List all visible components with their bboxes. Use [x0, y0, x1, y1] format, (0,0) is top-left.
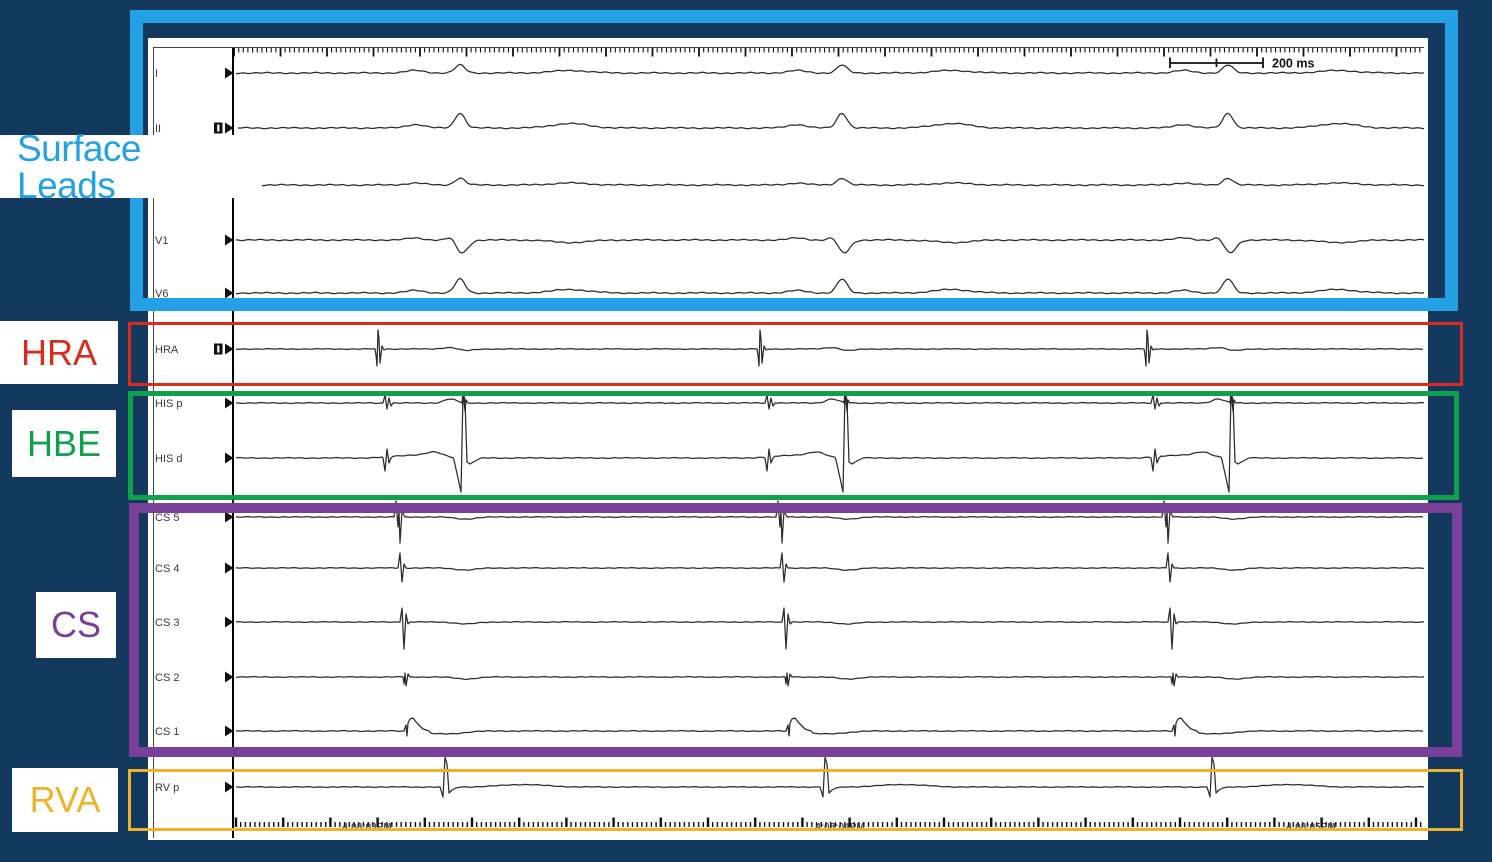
- channel-label-CS-3: CS 3: [155, 617, 179, 629]
- channel-label-HIS-d: HIS d: [155, 453, 183, 465]
- hbe-label: HBE: [27, 426, 101, 462]
- trace-II: [238, 113, 1424, 129]
- trace-I: [236, 64, 1424, 73]
- rva-label-box: RVA: [12, 768, 118, 832]
- channel-label-HIS-p: HIS p: [155, 398, 183, 410]
- channel-label-HRA: HRA: [155, 344, 179, 356]
- trace-aux: [262, 178, 1424, 186]
- channel-label-CS-2: CS 2: [155, 672, 179, 684]
- surface-leads-label: Surface Leads: [17, 130, 235, 204]
- ep-study-slide: IIIV1V6HRAHIS pHIS dCS 5CS 4CS 3CS 2CS 1…: [0, 0, 1492, 862]
- trace-HRA: [236, 330, 1423, 366]
- waveform-traces: [236, 64, 1424, 797]
- timestamp: 4:08:03PM: [342, 822, 391, 833]
- channel-label-V1: V1: [155, 235, 168, 247]
- channel-label-I: I: [155, 68, 158, 80]
- channel-label-CS-5: CS 5: [155, 512, 179, 524]
- trace-V6: [236, 278, 1424, 293]
- trace-HIS-p: [236, 392, 1424, 411]
- top-ruler-minor-ticks: [239, 48, 1420, 53]
- trace-HIS-d: [236, 392, 1423, 492]
- trace-RV-p: [236, 757, 1424, 797]
- hbe-label-box: HBE: [12, 410, 116, 477]
- trace-CS-5: [236, 501, 1423, 543]
- hra-label-box: HRA: [0, 321, 118, 384]
- hra-label: HRA: [21, 335, 97, 371]
- channel-label-CS-1: CS 1: [155, 726, 179, 738]
- rva-label: RVA: [30, 782, 101, 818]
- panel-frame: [153, 48, 1424, 839]
- channel-label-CS-4: CS 4: [155, 563, 179, 575]
- scale-bar: [1170, 58, 1263, 69]
- trace-V1: [236, 238, 1424, 254]
- surface-leads-label-strip: Surface Leads: [0, 135, 235, 198]
- channel-gain-icon-slit: [217, 346, 219, 353]
- trace-CS-2: [236, 673, 1424, 686]
- cs-label-box: CS: [36, 592, 116, 658]
- trace-CS-3: [236, 608, 1424, 649]
- trace-CS-1: [236, 718, 1423, 736]
- scale-bar-label: 200 ms: [1272, 57, 1314, 71]
- cs-label: CS: [51, 607, 101, 643]
- trace-CS-4: [236, 553, 1424, 582]
- channel-label-V6: V6: [155, 288, 168, 300]
- timestamp: 4:08:04PM: [815, 822, 864, 833]
- timestamp: 4:08:05PM: [1286, 822, 1335, 833]
- top-time-ruler: [234, 48, 1420, 57]
- channel-label-RV-p: RV p: [155, 782, 179, 794]
